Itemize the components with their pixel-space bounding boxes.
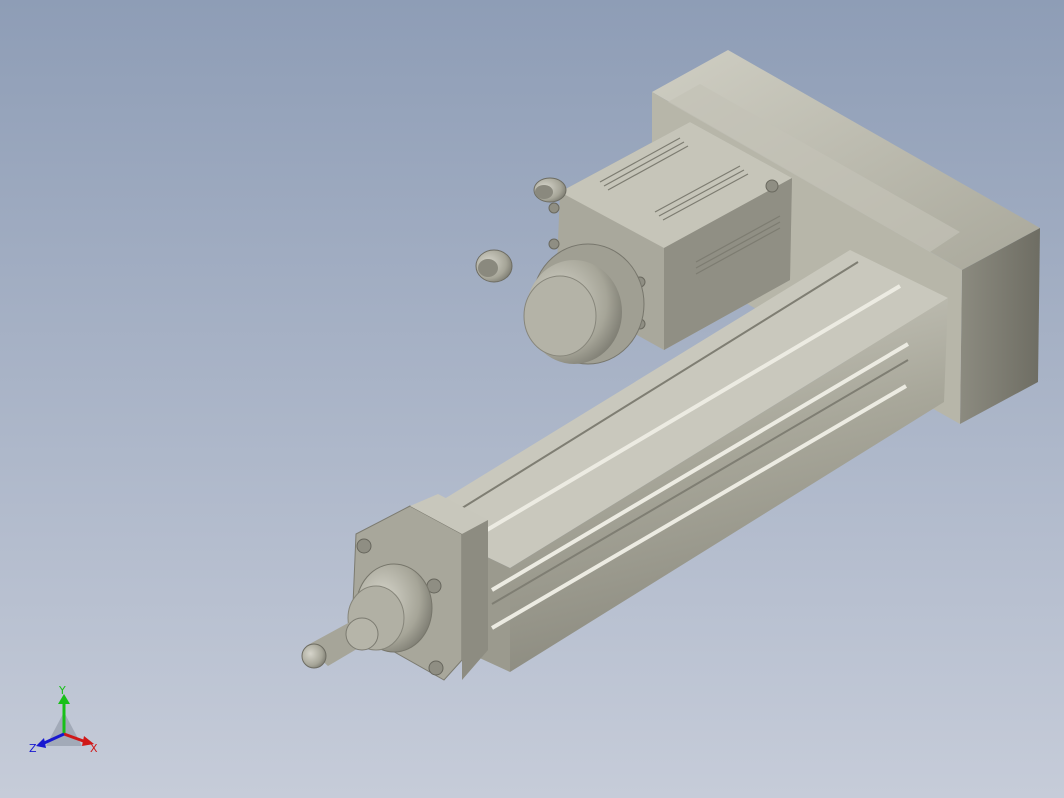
orientation-triad[interactable]: Y X Z bbox=[26, 684, 106, 764]
triad-x-label: X bbox=[90, 742, 98, 755]
cad-viewport[interactable] bbox=[0, 0, 1064, 798]
triad-z-label: Z bbox=[29, 742, 37, 755]
triad-y-label: Y bbox=[58, 684, 66, 697]
